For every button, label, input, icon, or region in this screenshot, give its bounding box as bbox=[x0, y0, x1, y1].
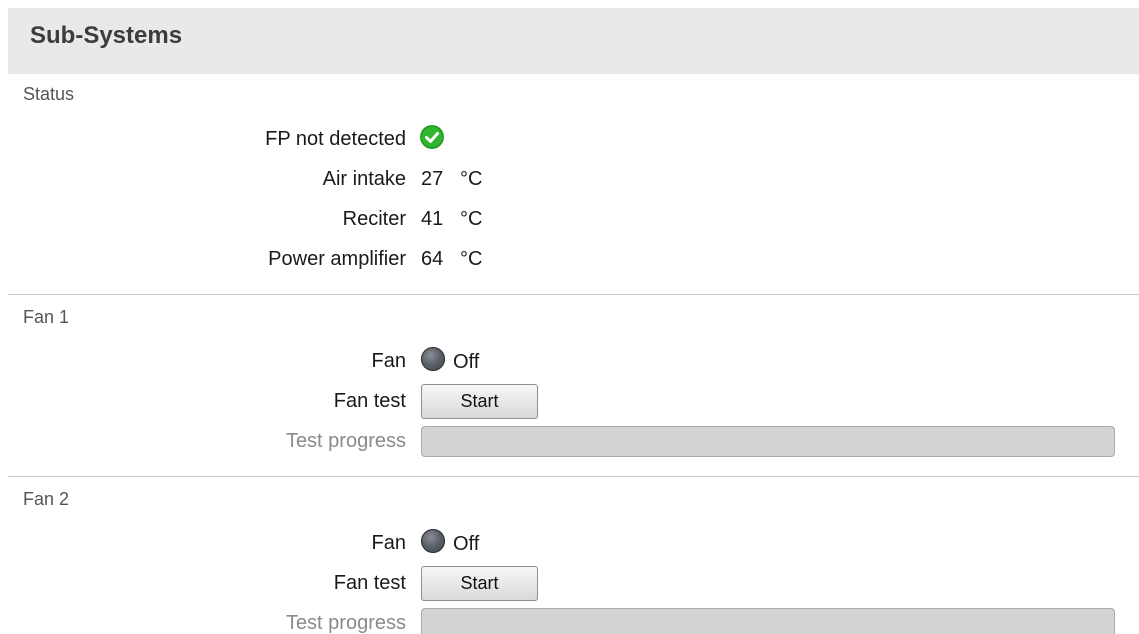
power-amplifier-value: 64 bbox=[421, 248, 444, 270]
fan2-fan-label: Fan bbox=[371, 532, 406, 554]
power-amplifier-label: Power amplifier bbox=[268, 248, 406, 270]
status-section-title: Status bbox=[23, 84, 75, 104]
fan1-section-title: Fan 1 bbox=[23, 307, 70, 327]
fan2-start-button[interactable]: Start bbox=[421, 566, 538, 601]
fan2-progress-label: Test progress bbox=[285, 612, 406, 634]
fan1-progress-label: Test progress bbox=[285, 430, 406, 452]
fan2-state: Off bbox=[453, 533, 480, 555]
fp-label: FP not detected bbox=[265, 128, 406, 150]
led-off-icon bbox=[421, 347, 445, 371]
reciter-value: 41 bbox=[421, 208, 444, 230]
fan2-progress-bar bbox=[421, 608, 1115, 634]
led-off-icon bbox=[421, 529, 445, 553]
check-circle-icon bbox=[420, 125, 444, 149]
fan1-state: Off bbox=[453, 351, 480, 373]
fan2-section-title: Fan 2 bbox=[23, 489, 70, 509]
air-intake-label: Air intake bbox=[322, 168, 406, 190]
section-divider bbox=[8, 294, 1139, 295]
air-intake-value: 27 bbox=[421, 168, 444, 190]
fan1-progress-bar bbox=[421, 426, 1115, 457]
fan1-test-label: Fan test bbox=[333, 390, 406, 412]
reciter-unit: °C bbox=[460, 208, 483, 230]
section-divider bbox=[8, 476, 1139, 477]
fan1-start-button[interactable]: Start bbox=[421, 384, 538, 419]
fan2-test-label: Fan test bbox=[333, 572, 406, 594]
air-intake-unit: °C bbox=[460, 168, 483, 190]
page-header: Sub-Systems bbox=[8, 8, 1139, 74]
subsystems-page: Sub-Systems Status FP not detected Air i… bbox=[0, 0, 1139, 634]
page-title: Sub-Systems bbox=[30, 22, 183, 49]
power-amplifier-unit: °C bbox=[460, 248, 483, 270]
fan1-fan-label: Fan bbox=[371, 350, 406, 372]
reciter-label: Reciter bbox=[342, 208, 406, 230]
